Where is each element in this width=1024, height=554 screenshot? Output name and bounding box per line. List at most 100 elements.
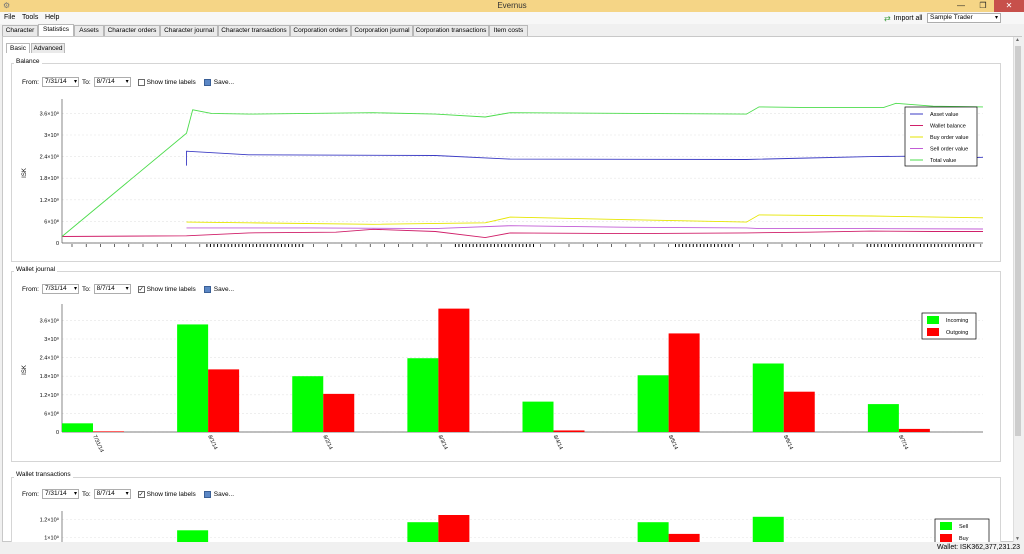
balance-series-buy-order-value (186, 214, 984, 225)
journal-chart-bar-incoming (407, 358, 439, 432)
balance-y-tick: 2.4×10⁹ (40, 154, 59, 161)
journal-chart-bar-incoming (752, 363, 784, 432)
transactions-show-time-checkbox[interactable]: ✓ (137, 490, 145, 498)
menu-bar: File Tools Help (0, 12, 1024, 24)
menu-help[interactable]: Help (45, 14, 59, 21)
tab-character-orders[interactable]: Character orders (104, 25, 160, 36)
balance-show-time-checkbox[interactable] (137, 78, 145, 86)
transactions-to-date[interactable]: 8/7/14 ▾ (93, 489, 131, 499)
import-all-button[interactable]: ⇄ Import all (884, 13, 923, 24)
tab-basic[interactable]: Basic (6, 43, 30, 53)
journal-chart-legend-label: Outgoing (946, 330, 968, 336)
journal-chart-bar-incoming (177, 324, 209, 432)
journal-chart-x-tick: 8/3/14 (437, 434, 449, 450)
chevron-down-icon: ▾ (125, 491, 129, 497)
transactions-save-button[interactable]: Save... (214, 491, 234, 498)
journal-chart-x-tick: 8/6/14 (782, 434, 794, 450)
title-bar: ⚙ Evernus — ❐ ✕ (0, 0, 1024, 12)
journal-chart-x-tick: 8/4/14 (552, 434, 564, 450)
transactions-chart-bar-sell (752, 516, 784, 542)
menu-tools[interactable]: Tools (22, 14, 38, 21)
balance-series-sell-order-value (186, 225, 984, 230)
save-icon (203, 490, 211, 498)
transactions-from-date[interactable]: 7/31/14 ▾ (41, 489, 79, 499)
journal-to-date[interactable]: 8/7/14 ▾ (93, 284, 131, 294)
balance-series-wallet-balance (61, 228, 983, 239)
journal-chart-y-tick: 2.4×10⁹ (40, 355, 59, 362)
minimize-button[interactable]: — (950, 0, 972, 12)
transactions-chart-bar-sell (407, 522, 439, 542)
character-select[interactable]: Sample Trader ▾ (927, 13, 1001, 23)
balance-y-tick: 0 (56, 241, 59, 247)
balance-y-tick: 3.6×10⁹ (40, 110, 59, 117)
transactions-chart-bar-sell (637, 522, 669, 542)
balance-legend-label: Asset value (930, 112, 958, 118)
journal-chart-y-label: ISK (22, 365, 28, 375)
transactions-title: Wallet transactions (14, 471, 73, 478)
save-icon (203, 78, 211, 86)
balance-y-tick: 3×10⁹ (44, 132, 59, 139)
scroll-up-icon[interactable]: ▲ (1015, 37, 1020, 43)
tab-corporation-journal[interactable]: Corporation journal (351, 25, 413, 36)
balance-chart: ISK 0 6×10⁸ 1.2×10⁹ 1.8×10⁹ 2.4×10⁹ 3×10⁹ 3.6×1… (22, 99, 984, 247)
journal-chart-x-tick: 7/31/14 (91, 434, 104, 453)
tab-character-journal[interactable]: Character journal (160, 25, 218, 36)
journal-show-time-checkbox[interactable]: ✓ (137, 285, 145, 293)
maximize-button[interactable]: ❐ (972, 0, 994, 12)
transactions-chart-bar-buy (438, 515, 470, 542)
journal-chart-bar-incoming (522, 401, 554, 432)
transactions-chart-legend-swatch (940, 534, 952, 542)
balance-series-total-value (61, 102, 984, 237)
import-icon: ⇄ (884, 14, 891, 23)
balance-y-label: ISK (22, 168, 28, 178)
balance-save-button[interactable]: Save... (214, 79, 234, 86)
tab-advanced[interactable]: Advanced (31, 43, 65, 53)
vertical-scrollbar[interactable]: ▲ ▼ (1013, 37, 1022, 542)
journal-chart-y-tick: 6×10⁸ (44, 410, 59, 417)
balance-controls: From: 7/31/14 ▾ To: 8/7/14 ▾ Show time lab… (22, 77, 235, 87)
transactions-chart-y-tick: 1×10⁹ (44, 535, 59, 542)
balance-to-date[interactable]: 8/7/14 ▾ (93, 77, 131, 87)
menu-file[interactable]: File (4, 14, 15, 21)
journal-chart-bar-outgoing (553, 430, 585, 432)
journal-chart-x-tick: 8/2/14 (321, 434, 333, 450)
transactions-chart-bar-buy (668, 533, 700, 542)
tab-item-costs[interactable]: Item costs (489, 25, 528, 36)
balance-legend-label: Total value (930, 158, 956, 164)
tab-statistics[interactable]: Statistics (38, 24, 74, 36)
journal-chart-legend-swatch (927, 328, 939, 336)
chevron-down-icon: ▾ (994, 15, 998, 21)
close-button[interactable]: ✕ (994, 0, 1024, 12)
tab-character[interactable]: Character (2, 25, 38, 36)
journal-chart-bar-outgoing (93, 431, 124, 432)
journal-chart-bar-outgoing (438, 308, 470, 432)
journal-chart-y-tick: 3×10⁹ (44, 336, 59, 343)
chevron-down-icon: ▾ (125, 286, 129, 292)
journal-chart-bar-outgoing (783, 391, 815, 432)
tab-assets[interactable]: Assets (74, 25, 104, 36)
balance-legend-label: Sell order value (930, 147, 968, 153)
chevron-down-icon: ▾ (73, 491, 77, 497)
journal-chart-y-tick: 1.8×10⁹ (40, 373, 59, 380)
wallet-balance: Wallet: ISK362,377,231.23 (936, 544, 1020, 551)
chevron-down-icon: ▾ (125, 79, 129, 85)
scrollbar-thumb[interactable] (1015, 46, 1021, 436)
transactions-chart-y-tick: 1.2×10⁹ (40, 517, 59, 524)
transactions-chart-legend-swatch (940, 522, 952, 530)
journal-chart-bar-incoming (62, 423, 93, 432)
balance-legend-label: Wallet balance (930, 124, 966, 130)
tab-corporation-orders[interactable]: Corporation orders (290, 25, 351, 36)
journal-chart-bar-outgoing (323, 393, 355, 432)
journal-from-date[interactable]: 7/31/14 ▾ (41, 284, 79, 294)
journal-chart-x-tick: 8/7/14 (897, 434, 909, 450)
transactions-chart-legend-label: Sell (959, 524, 968, 530)
journal-controls: From: 7/31/14 ▾ To: 8/7/14 ▾ ✓ Show time l… (22, 284, 235, 294)
tab-character-transactions[interactable]: Character transactions (218, 25, 290, 36)
journal-chart-y-tick: 3.6×10⁹ (40, 317, 59, 324)
journal-chart-bar-incoming (637, 375, 669, 432)
status-bar: Wallet: ISK362,377,231.23 (0, 542, 1024, 554)
journal-save-button[interactable]: Save... (214, 286, 234, 293)
tab-corporation-transactions[interactable]: Corporation transactions (413, 25, 489, 36)
transactions-chart: 1×10⁹1.2×10⁹SellBuy (40, 511, 990, 542)
balance-from-date[interactable]: 7/31/14 ▾ (41, 77, 79, 87)
